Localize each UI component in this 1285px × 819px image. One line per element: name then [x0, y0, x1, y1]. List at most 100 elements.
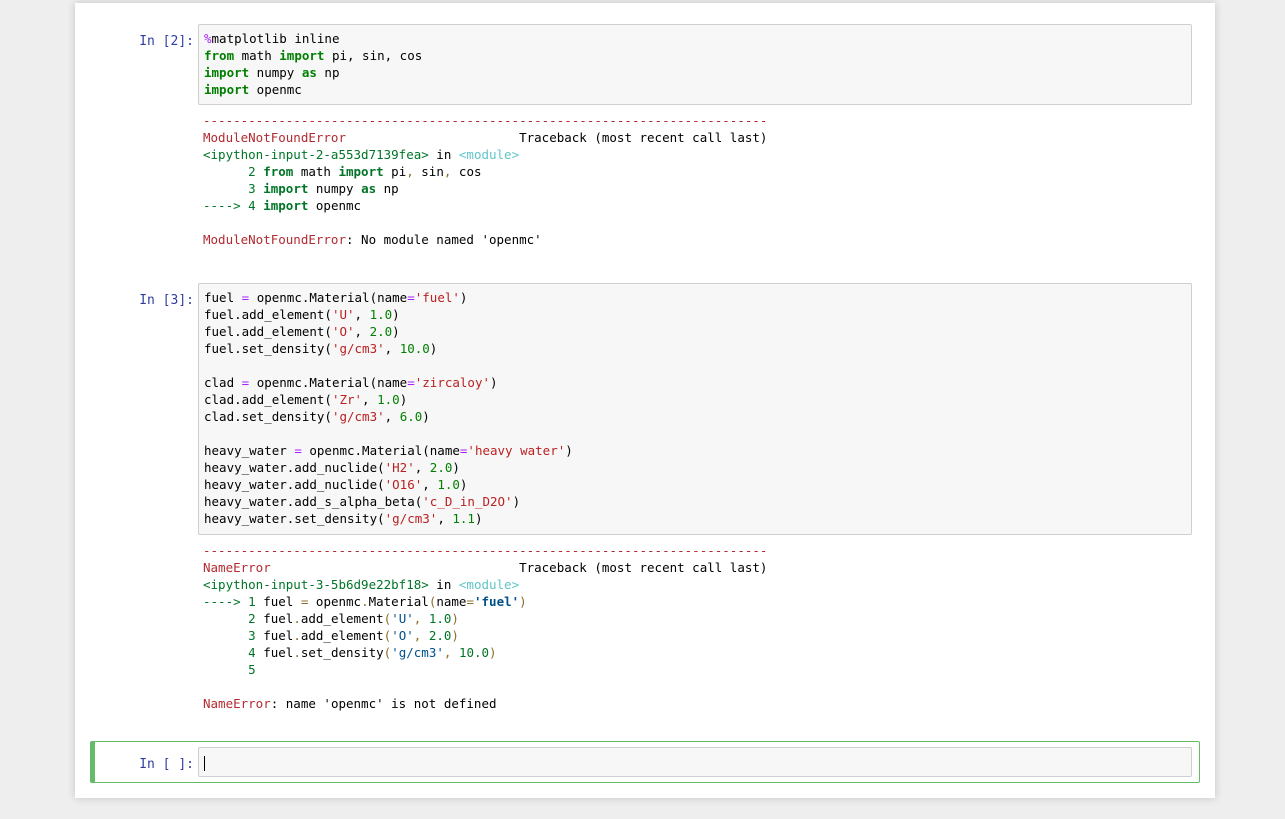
code-line: fuel = openmc.Material(name='fuel') — [204, 289, 1186, 306]
code-token: clad.add_element( — [204, 392, 332, 407]
code-token: 1.0 — [437, 477, 460, 492]
input-prompt: In [3]: — [139, 293, 194, 308]
code-line: heavy_water.add_s_alpha_beta('c_D_in_D2O… — [204, 493, 1186, 510]
code-token: : name 'openmc' is not defined — [270, 696, 497, 711]
code-token: 1.0 — [377, 392, 400, 407]
traceback-output: ----------------------------------------… — [203, 542, 1193, 712]
code-token: , — [414, 460, 430, 475]
code-token: 'O' — [391, 628, 414, 643]
code-line: NameError Traceback (most recent call la… — [203, 559, 1193, 576]
cell-output: ----------------------------------------… — [203, 112, 1193, 248]
code-token: <ipython-input-2-a553d7139fea> — [203, 147, 429, 162]
code-token: : No module named 'openmc' — [346, 232, 542, 247]
code-token: ) — [451, 611, 459, 626]
code-token: from — [204, 48, 235, 63]
notebook-container: In [2]: %matplotlib inline from math impo… — [75, 3, 1215, 798]
code-line: ModuleNotFoundError Traceback (most rece… — [203, 129, 1193, 146]
code-line: 3 import numpy as np — [203, 180, 1193, 197]
code-token: 10.0 — [399, 341, 430, 356]
code-line: 4 fuel.set_density('g/cm3', 10.0) — [203, 644, 1193, 661]
code-input-area[interactable]: %matplotlib inline from math import pi, s… — [198, 24, 1192, 105]
code-line: ModuleNotFoundError: No module named 'op… — [203, 231, 1193, 248]
code-token: add_element — [300, 611, 384, 626]
code-token: 2 — [203, 611, 264, 626]
code-editor[interactable]: fuel = openmc.Material(name='fuel') fuel.… — [204, 289, 1186, 527]
code-token: sin — [413, 164, 444, 179]
code-token: , — [354, 324, 370, 339]
code-token: ) — [565, 443, 573, 458]
code-token: Material — [368, 594, 429, 609]
code-token: % — [204, 31, 212, 46]
code-input-area[interactable]: fuel = openmc.Material(name='fuel') fuel.… — [198, 283, 1192, 535]
code-token: . — [361, 594, 369, 609]
code-token: 'H2' — [384, 460, 415, 475]
code-token: , — [384, 409, 400, 424]
code-token: ) — [490, 375, 498, 390]
code-token: . — [293, 611, 301, 626]
code-token: openmc.Material(name — [301, 443, 460, 458]
code-line: heavy_water.add_nuclide('H2', 2.0) — [204, 459, 1186, 476]
code-line: heavy_water.set_density('g/cm3', 1.1) — [204, 510, 1186, 527]
code-token: ModuleNotFoundError — [203, 232, 346, 247]
code-line: fuel.add_element('U', 1.0) — [204, 306, 1186, 323]
code-editor[interactable]: %matplotlib inline from math import pi, s… — [204, 30, 1186, 98]
code-token: cos — [451, 164, 482, 179]
code-line: clad.add_element('Zr', 1.0) — [204, 391, 1186, 408]
code-token: 'g/cm3' — [331, 409, 385, 424]
code-token: ----------------------------------------… — [203, 543, 768, 558]
code-token: = — [407, 290, 415, 305]
code-token: 4 — [203, 645, 264, 660]
code-token: , — [437, 511, 453, 526]
code-token: ) — [392, 324, 400, 339]
code-token: numpy — [308, 181, 362, 196]
code-token: fuel — [263, 611, 294, 626]
code-token: ) — [489, 645, 497, 660]
code-line: heavy_water.add_nuclide('O16', 1.0) — [204, 476, 1186, 493]
code-token: import — [279, 48, 325, 63]
code-token: import — [263, 198, 309, 213]
code-token: import — [338, 164, 384, 179]
code-line: 3 fuel.add_element('O', 2.0) — [203, 627, 1193, 644]
code-token: , — [413, 611, 429, 626]
code-token: ) — [459, 477, 468, 492]
code-token: np — [376, 181, 399, 196]
code-token: ) — [399, 392, 408, 407]
code-line: NameError: name 'openmc' is not defined — [203, 695, 1193, 712]
code-input-area[interactable] — [198, 747, 1192, 777]
code-token: math — [293, 164, 339, 179]
code-token: name — [436, 594, 467, 609]
code-token: 2 — [203, 164, 264, 179]
code-token: 'zircaloy' — [414, 375, 491, 390]
code-token: NameError — [203, 560, 271, 575]
input-prompt: In [2]: — [139, 34, 194, 49]
code-line: clad.set_density('g/cm3', 6.0) — [204, 408, 1186, 425]
code-token: heavy_water.add_nuclide( — [204, 460, 385, 475]
code-token: ) — [451, 628, 459, 643]
code-token: = — [466, 594, 474, 609]
code-line: import numpy as np — [204, 64, 1186, 81]
code-token: clad — [204, 375, 242, 390]
code-token: fuel.set_density( — [204, 341, 332, 356]
code-line: import openmc — [204, 81, 1186, 98]
code-token: , — [422, 477, 438, 492]
code-token: = — [407, 375, 415, 390]
code-token: , — [413, 628, 429, 643]
code-token: openmc — [308, 198, 362, 213]
code-token: heavy_water.set_density( — [204, 511, 385, 526]
code-token: heavy_water.add_nuclide( — [204, 477, 385, 492]
code-line: ----------------------------------------… — [203, 112, 1193, 129]
code-token: import — [204, 82, 250, 97]
code-token: 1.1 — [452, 511, 475, 526]
code-token: matplotlib inline — [211, 31, 340, 46]
code-token: numpy — [249, 65, 302, 80]
code-token: fuel — [263, 645, 294, 660]
code-token: 2.0 — [428, 628, 452, 643]
code-token: ) — [519, 594, 527, 609]
code-line: heavy_water = openmc.Material(name='heav… — [204, 442, 1186, 459]
code-token: 'g/cm3' — [391, 645, 444, 660]
code-token: NameError — [203, 696, 271, 711]
code-token: ModuleNotFoundError — [203, 130, 346, 145]
